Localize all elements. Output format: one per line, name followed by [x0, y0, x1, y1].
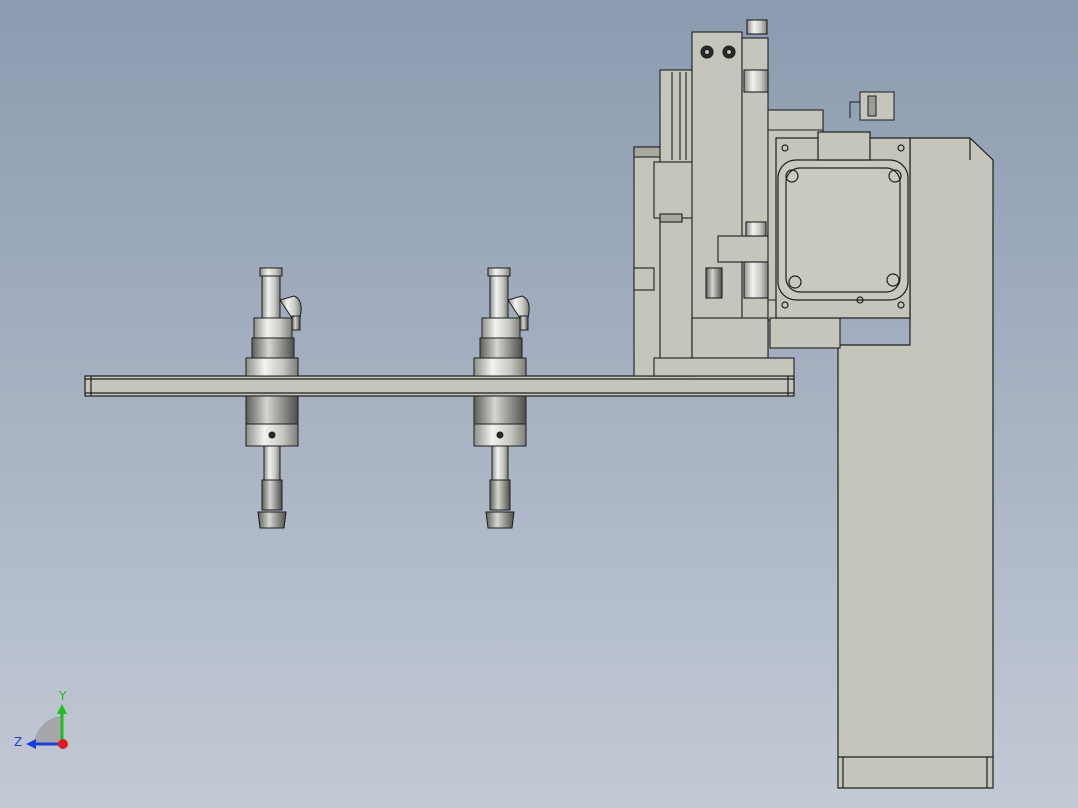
suction-cup-assembly-1[interactable] — [245, 267, 302, 529]
orientation-triad[interactable]: Y Z — [14, 689, 68, 749]
stepper-motor[interactable] — [775, 131, 911, 319]
x-axis-dot — [58, 739, 68, 749]
triad-quadrant — [34, 716, 62, 744]
assembly-drawing[interactable]: Y Z — [0, 0, 1078, 808]
y-axis-label: Y — [58, 689, 67, 703]
horizontal-beam[interactable] — [84, 375, 795, 397]
z-axis-label: Z — [14, 735, 22, 749]
z-axis-head — [26, 739, 36, 749]
y-axis-head — [57, 704, 67, 714]
cad-model-viewport[interactable]: Y Z — [0, 0, 1078, 808]
suction-cup-assembly-2[interactable] — [473, 267, 530, 529]
